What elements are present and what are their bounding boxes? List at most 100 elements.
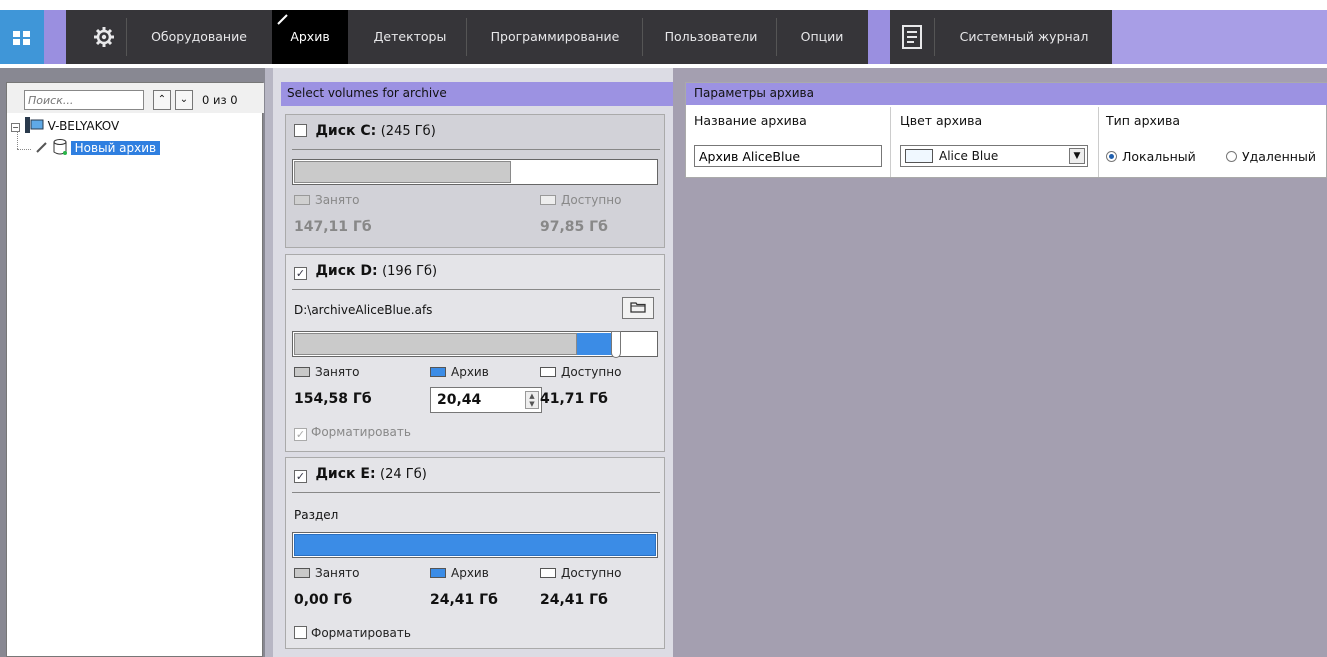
disk-d-format-option[interactable]: ✓ Форматировать — [294, 425, 411, 441]
tab-divider — [466, 18, 467, 56]
tab-equipment[interactable]: Оборудование — [136, 10, 262, 64]
main-menu-button[interactable] — [0, 10, 44, 64]
tree-connector-line — [17, 131, 18, 149]
tab-options[interactable]: Опции — [782, 10, 862, 64]
tab-archive-label: Архив — [290, 29, 330, 44]
tab-system-journal[interactable]: Системный журнал — [944, 10, 1104, 64]
disk-e-used-value: 0,00 Гб — [294, 592, 353, 608]
disk-d-size: (196 Гб) — [382, 264, 438, 279]
legend-archive-label: Архив — [451, 365, 489, 379]
free-swatch-icon — [540, 367, 556, 377]
free-swatch-icon — [540, 195, 556, 205]
disk-d-title: ✓ Диск D: (196 Гб) — [294, 263, 437, 280]
divider — [292, 492, 660, 493]
legend-free-label: Доступно — [561, 365, 622, 379]
disk-e-checkbox[interactable]: ✓ — [294, 470, 307, 483]
archive-type-label: Тип архива — [1106, 113, 1181, 128]
archive-database-icon — [53, 139, 67, 155]
topbar-accent — [868, 10, 890, 64]
legend-free-label: Доступно — [561, 193, 622, 207]
archive-node-label: Новый архив — [70, 141, 161, 155]
journal-icon — [902, 25, 922, 49]
format-label: Форматировать — [311, 626, 411, 640]
tree-node-server[interactable]: − V-BELYAKOV — [11, 117, 119, 133]
device-tree-panel: ⌃ ⌄ 0 из 0 − V-BELYAKOV — [0, 68, 265, 657]
disk-d-used-value: 154,58 Гб — [294, 391, 372, 407]
collapse-icon[interactable]: − — [11, 123, 20, 132]
radio-selected-icon — [1106, 151, 1117, 162]
archive-size-value: 20,44 — [437, 392, 482, 408]
archive-swatch-icon — [430, 367, 446, 377]
disk-c-used-value: 147,11 Гб — [294, 219, 372, 235]
tab-programming[interactable]: Программирование — [472, 10, 638, 64]
system-journal-button[interactable] — [896, 10, 928, 64]
disk-e-card: ✓ Диск E: (24 Гб) Раздел Занято Архив До… — [285, 457, 665, 649]
disk-e-usage-bar — [292, 532, 658, 558]
disk-c-title: Диск C: (245 Гб) — [294, 123, 436, 139]
search-prev-button[interactable]: ⌃ — [153, 90, 171, 110]
disk-e-legend-free: Доступно — [540, 566, 621, 580]
pencil-icon — [277, 14, 288, 25]
free-swatch-icon — [540, 568, 556, 578]
settings-gear-button[interactable] — [86, 10, 126, 64]
disk-c-legend-used: Занято — [294, 193, 359, 207]
disk-d-archive-path: D:\archiveAliceBlue.afs — [294, 303, 433, 317]
archive-name-input[interactable] — [694, 145, 882, 167]
archive-name-label: Название архива — [694, 113, 807, 128]
tab-archive[interactable]: Архив — [272, 10, 348, 64]
used-swatch-icon — [294, 568, 310, 578]
tab-detectors[interactable]: Детекторы — [356, 10, 464, 64]
archive-color-value: Alice Blue — [939, 149, 999, 163]
tree-node-archive[interactable]: Новый архив — [35, 139, 161, 155]
type-local-radio[interactable]: Локальный — [1106, 149, 1196, 164]
legend-archive-label: Архив — [451, 566, 489, 580]
disk-e-archive-fill — [294, 534, 656, 556]
legend-used-label: Занято — [315, 193, 360, 207]
type-remote-label: Удаленный — [1242, 149, 1316, 164]
archive-size-slider-handle[interactable] — [611, 331, 621, 358]
archive-parameters-panel: Параметры архива Название архива Цвет ар… — [673, 68, 1327, 657]
spin-arrows-icon[interactable]: ▲ ▼ — [525, 391, 539, 409]
gear-icon — [94, 27, 114, 47]
disk-c-card: Диск C: (245 Гб) Занято Доступно 147,11 … — [285, 114, 665, 248]
used-swatch-icon — [294, 195, 310, 205]
device-tree: ⌃ ⌄ 0 из 0 − V-BELYAKOV — [6, 82, 264, 657]
archive-swatch-icon — [430, 568, 446, 578]
archive-color-select[interactable]: Alice Blue ▼ — [900, 145, 1088, 167]
radio-unselected-icon — [1226, 151, 1237, 162]
server-name: V-BELYAKOV — [47, 119, 120, 133]
type-remote-radio[interactable]: Удаленный — [1226, 149, 1316, 164]
disk-d-checkbox[interactable]: ✓ — [294, 267, 307, 280]
tree-search-row: ⌃ ⌄ 0 из 0 — [7, 83, 264, 113]
disk-c-free-value: 97,85 Гб — [540, 219, 608, 235]
tab-users[interactable]: Пользователи — [648, 10, 774, 64]
disk-d-format-checkbox[interactable]: ✓ — [294, 428, 307, 441]
tab-divider — [934, 18, 935, 56]
browse-folder-button[interactable] — [622, 297, 654, 319]
type-local-label: Локальный — [1122, 149, 1196, 164]
tree-connector-line — [17, 149, 31, 150]
disk-d-legend-free: Доступно — [540, 365, 621, 379]
disk-e-name: Диск E: — [315, 466, 376, 482]
search-result-count: 0 из 0 — [202, 93, 238, 107]
topbar-accent — [44, 10, 66, 64]
archive-parameters-box: Параметры архива Название архива Цвет ар… — [685, 82, 1327, 178]
disk-e-format-option[interactable]: Форматировать — [294, 626, 411, 640]
tree-search-input[interactable] — [24, 90, 144, 110]
disk-e-format-checkbox[interactable] — [294, 626, 307, 639]
tab-divider — [642, 18, 643, 56]
chevron-down-icon[interactable]: ▼ — [1069, 148, 1085, 164]
archive-size-spinbox[interactable]: 20,44 ▲ ▼ — [430, 387, 542, 413]
disk-e-free-value: 24,41 Гб — [540, 592, 608, 608]
disk-e-partition-label: Раздел — [294, 508, 339, 522]
folder-icon — [630, 302, 646, 313]
disk-d-card: ✓ Диск D: (196 Гб) D:\archiveAliceBlue.a… — [285, 254, 665, 452]
disk-c-checkbox[interactable] — [294, 124, 307, 137]
disk-e-title: ✓ Диск E: (24 Гб) — [294, 466, 427, 483]
panel-splitter[interactable] — [265, 68, 273, 657]
archive-parameters-header: Параметры архива — [686, 83, 1327, 105]
search-next-button[interactable]: ⌄ — [175, 90, 193, 110]
volumes-panel-header: Select volumes for archive — [281, 82, 673, 106]
disk-e-archive-value: 24,41 Гб — [430, 592, 498, 608]
column-divider — [890, 107, 891, 177]
